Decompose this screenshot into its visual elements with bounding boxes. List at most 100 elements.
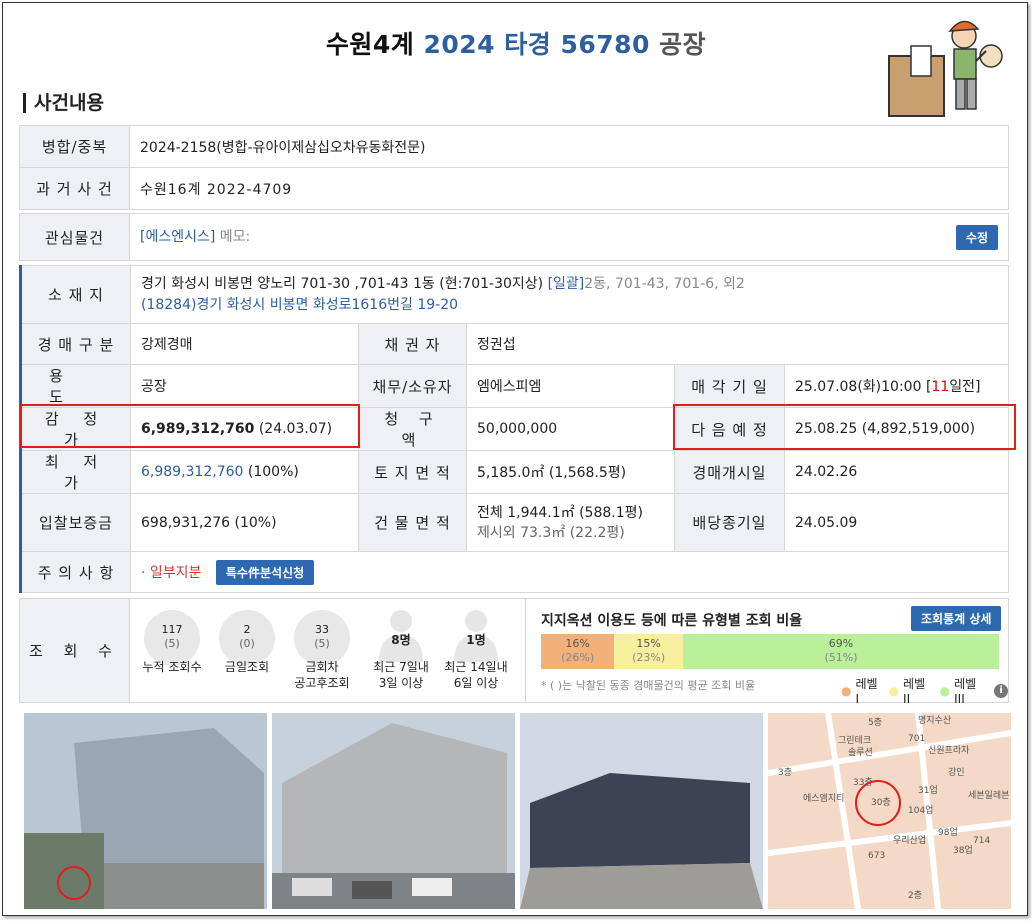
map-label: 에스엠지티: [803, 792, 844, 804]
map-label: 강인: [948, 767, 965, 778]
usage-label: 용 도: [20, 364, 131, 408]
interest-tag[interactable]: [에스엔시스]: [140, 229, 215, 245]
round-views-label-1: 금회차: [305, 660, 339, 674]
total-views-count: 117: [161, 623, 183, 636]
map-label: 그린테크: [838, 735, 871, 746]
view-stats-panel: 조 회 수 117 (5) 누적 조회수 2 (0) 금일조회 33 (5) 금…: [19, 598, 1009, 706]
merge-label: 병합/중복: [19, 125, 130, 168]
days-left: 11: [931, 379, 950, 395]
min-price-amount[interactable]: 6,989,312,760: [141, 464, 243, 480]
location-map[interactable]: 5층 명지수산그린테크 701신원프라자 솔루션 3층 강인 33층에스엠지티 30층 104업…: [768, 713, 1011, 909]
sale-date-value: 25.07.08(화)10:00 [11일전]: [784, 364, 1009, 408]
view-ratio-panel: 지지옥션 이용도 등에 따른 유형별 조회 비율 조회통계 상세 16% (26%…: [525, 599, 1008, 706]
address-text: 경기 화성시 비봉면 양노리 701-30 ,701-43 1동 (현:701-…: [141, 275, 544, 292]
bulk-link[interactable]: [일괄]: [548, 276, 585, 292]
property-photo-2[interactable]: [272, 713, 515, 909]
land-area-label: 토 지 면 적: [358, 450, 467, 494]
recent14-count: 1명: [466, 633, 486, 647]
highlight-next-schedule: [673, 404, 1016, 450]
interest-label: 관심물건: [19, 213, 130, 261]
land-area-value: 5,185.0㎡ (1,568.5평): [466, 450, 675, 494]
legend-dot-3: ●: [939, 683, 951, 698]
property-photo-1[interactable]: [24, 713, 267, 909]
usage-value: 공장: [130, 364, 359, 408]
legend-level-1: 레벨 I: [855, 677, 878, 706]
photo-gallery: 5층 명지수산 그린테크 701 신원프라자 솔루션 3층 강인 33층 에스엠지티 30층 104업…: [24, 713, 1011, 909]
ratio-legend: ● 레벨 I ● 레벨 II ● 레벨 III i: [841, 675, 1008, 706]
days-left-suffix: 일전]: [949, 379, 981, 395]
special-analysis-button[interactable]: 특수件분석신청: [215, 559, 315, 585]
map-label: 104업: [908, 805, 933, 816]
ratio-percent: 69%: [828, 637, 854, 650]
today-views-count: 2: [243, 623, 251, 636]
min-price-value: 6,989,312,760 (100%): [130, 450, 359, 494]
auction-start-value: 24.02.26: [784, 450, 1009, 494]
case-number: 2024 타경 56780: [423, 30, 650, 59]
round-views-label: 금회차 공고후조회: [282, 659, 362, 691]
mascot-illustration: [888, 20, 1003, 117]
map-label: 38업: [953, 845, 973, 856]
location-label: 소 재 지: [20, 265, 131, 324]
map-label: 701: [908, 734, 925, 744]
recent7-label-2: 3일 이상: [378, 676, 424, 690]
creditor-label: 채 권 자: [358, 323, 467, 365]
round-views-badge: 33 (5): [294, 610, 350, 666]
caution-note: · 일부지분: [141, 564, 202, 581]
road-address[interactable]: (18284)경기 화성시 비봉면 화성로1616번길 19-20: [141, 297, 458, 313]
map-label: 세븐일레븐: [968, 790, 1009, 801]
map-label: 31업: [918, 785, 938, 796]
ratio-average: (51%): [824, 651, 858, 664]
total-views-badge: 117 (5): [144, 610, 200, 666]
debtor-value: 엠에스피엠: [466, 364, 675, 408]
today-views-badge: 2 (0): [219, 610, 275, 666]
property-photo-3[interactable]: [520, 713, 763, 909]
map-label: 명지수산: [918, 715, 951, 726]
recent14-label: 최근 14일내 6일 이상: [436, 659, 516, 691]
caution-label: 주 의 사 항: [20, 551, 131, 593]
creditor-value: 정권섭: [466, 323, 1009, 365]
map-label: 2층: [908, 890, 922, 901]
round-views-count: 33: [315, 623, 329, 636]
legend-level-2: 레벨 II: [903, 677, 926, 706]
case-history-table: 병합/중복 2024-2158(병합-유아이제삼십오차유동화전문) 과 거 사 …: [19, 125, 1009, 210]
stats-detail-button[interactable]: 조회통계 상세: [911, 606, 1002, 631]
info-icon[interactable]: i: [994, 683, 1008, 698]
ratio-average: (23%): [632, 651, 666, 664]
ratio-average: (26%): [561, 651, 595, 664]
ratio-title: 지지옥션 이용도 등에 따른 유형별 조회 비율: [541, 613, 803, 629]
recent14-label-1: 최근 14일내: [444, 660, 508, 674]
legend-level-3: 레벨 III: [954, 677, 977, 706]
property-kind: 공장: [659, 30, 707, 59]
min-price-percent: (100%): [243, 464, 299, 480]
section-title: 사건내용: [23, 93, 104, 113]
round-views-label-2: 공고후조회: [294, 676, 350, 690]
deposit-label: 입찰보증금: [20, 493, 131, 552]
auction-type-value: 강제경매: [130, 323, 359, 365]
today-views-label: 금일조회: [224, 660, 270, 674]
map-label: 98업: [938, 827, 958, 838]
total-views-label: 누적 조회수: [142, 660, 202, 674]
ratio-segment-2: 15% (23%): [614, 634, 683, 669]
merge-value: 2024-2158(병합-유아이제삼십오차유동화전문): [129, 125, 1009, 168]
highlight-appraisal: [19, 404, 360, 448]
bulk-items: 2동, 701-43, 701-6, 외2: [584, 275, 745, 292]
past-case-value: 수원16계 2022-4709: [129, 167, 1009, 210]
debtor-label: 채무/소유자: [358, 364, 467, 408]
past-case-label: 과 거 사 건: [19, 167, 130, 210]
total-views-avg: (5): [164, 637, 180, 650]
legend-dot-1: ●: [841, 683, 852, 698]
dividend-deadline-label: 배당종기일: [674, 493, 785, 552]
round-views-avg: (5): [314, 637, 330, 650]
recent7-label: 최근 7일내 3일 이상: [361, 659, 441, 691]
building-area-extra: 제시외 73.3㎡ (22.2평): [477, 524, 625, 541]
interest-table: 관심물건 [에스엔시스] 메모: 수정: [19, 213, 1009, 261]
edit-button[interactable]: 수정: [955, 225, 998, 250]
recent7-count: 8명: [391, 633, 411, 647]
ratio-note: * ( )는 낙찰된 동종 경매물건의 평균 조회 비율: [541, 679, 756, 692]
claim-label: 청 구 액: [358, 407, 467, 451]
map-label: 우리산업: [893, 835, 926, 846]
auction-type-label: 경 매 구 분: [20, 323, 131, 365]
ratio-bar: 16% (26%) 15% (23%) 69% (51%): [541, 634, 999, 669]
sale-date-text: 25.07.08(화)10:00 [: [795, 379, 932, 395]
map-label: 솔루션: [848, 747, 873, 758]
